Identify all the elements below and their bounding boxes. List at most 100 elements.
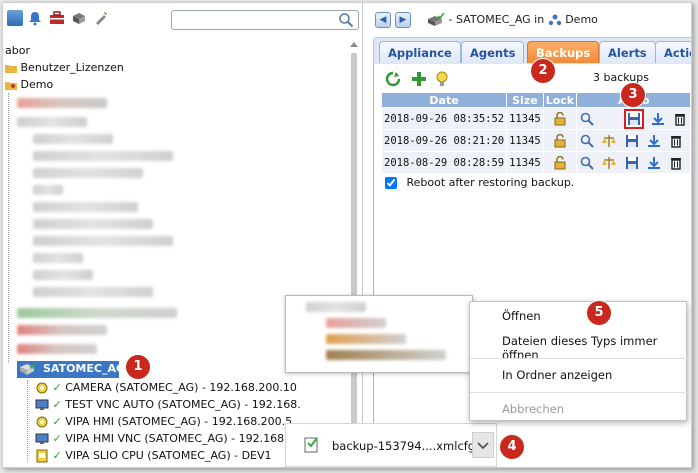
breadcrumb-device: - SATOMEC_AG in [448,13,545,26]
backup-size: 11345 [506,129,544,152]
magnifier-icon[interactable] [580,134,594,148]
download-icon[interactable] [647,134,661,148]
table-row: 2018-09-26 08:21:20 11345 [380,129,691,152]
col-lock[interactable]: Lock [542,92,578,108]
tree-child-vipa-slio[interactable]: ✓ VIPA SLIO CPU (SATOMEC_AG) - DEV1 [35,448,272,464]
report-icon[interactable] [7,10,23,26]
reboot-checkbox[interactable] [385,177,397,189]
tree-child-vipa-hmi-vnc[interactable]: ✓ VIPA HMI VNC (SATOMEC_AG) - 192.168.20 [35,431,302,447]
lock-open-icon[interactable] [553,155,567,170]
check-icon: ✓ [52,432,62,445]
step-badge-4: 4 [500,435,524,459]
tree-child-camera[interactable]: ✓ CAMERA (SATOMEC_AG) - 192.168.200.10 [35,380,297,396]
bell-icon[interactable] [27,10,43,26]
toolbox-icon[interactable] [49,10,65,26]
tree-child-vipa-hmi[interactable]: ✓ VIPA HMI (SATOMEC_AG) - 192.168.200.5 [35,414,292,430]
col-size[interactable]: Size [506,92,544,108]
tab-actions[interactable]: Actio [655,41,691,63]
magnifier-icon[interactable] [580,112,594,126]
tree-folder-licenses[interactable]: Benutzer_Lizenzen [5,60,124,76]
tree-child-label: VIPA HMI (SATOMEC_AG) - 192.168.200.5 [65,415,293,428]
step-badge-2: 2 [531,59,555,83]
refresh-icon[interactable] [385,71,401,87]
download-menu-button[interactable] [472,432,494,458]
tree-child-vnc-auto[interactable]: ✓ TEST VNC AUTO (SATOMEC_AG) - 192.168. [35,397,301,413]
check-icon: ✓ [52,398,62,411]
plc-icon [36,449,48,463]
save-icon[interactable] [625,134,639,148]
step-badge-3: 3 [621,83,645,107]
search-input[interactable] [176,12,336,28]
add-icon[interactable] [411,71,427,87]
download-icon[interactable] [651,112,665,126]
tree-root[interactable]: abor [5,43,30,59]
table-row: 2018-09-26 08:35:52 11345 [380,107,691,130]
tree-child-label: VIPA SLIO CPU (SATOMEC_AG) - DEV1 [65,449,272,462]
tree-selected-satomec[interactable]: SATOMEC_AG [17,361,125,378]
folder-users-icon [5,82,17,90]
device-icon[interactable] [71,10,87,26]
check-icon: ✓ [52,449,62,462]
tab-agents[interactable]: Agents [461,41,525,63]
tree-child-label: VIPA HMI VNC (SATOMEC_AG) - 192.168.20 [65,432,302,445]
chevron-down-icon [477,442,489,450]
folder-icon [5,65,17,73]
backup-date: 2018-09-26 08:35:52 [380,107,508,130]
tab-alerts[interactable]: Alerts [599,41,656,63]
save-icon[interactable] [625,156,639,170]
menu-item-show-in-folder[interactable]: In Ordner anzeigen [502,368,612,382]
tab-appliance[interactable]: Appliance [379,41,461,63]
gear-icon [36,416,48,428]
tree-scrollbar[interactable] [348,39,360,465]
download-filename: backup-153794....xmlcfg [332,439,476,453]
step-badge-1: 1 [126,355,150,379]
device-icon [428,12,445,26]
tree-selected-label: SATOMEC_AG [43,362,126,375]
group-icon [548,14,561,25]
check-icon: ✓ [52,381,62,394]
table-row: 2018-08-29 08:28:59 11345 [380,151,691,174]
backups-table: Date Size Lock Actio 2018-09-26 08:35:52… [380,92,691,174]
file-icon [304,437,318,453]
backup-size: 11345 [506,151,544,174]
search-box[interactable] [171,10,359,30]
backup-date: 2018-08-29 08:28:59 [380,151,508,174]
lightbulb-icon[interactable] [435,71,449,87]
device-tree-pane: abor Benutzer_Lizenzen Demo SATOMEC_AG 1… [3,3,363,467]
save-icon[interactable] [627,112,641,126]
backup-count: 3 backups [593,71,649,84]
gear-icon [36,382,48,394]
check-icon: ✓ [52,415,62,428]
left-toolbar [3,3,362,33]
reboot-label: Reboot after restoring backup. [406,176,575,189]
backup-size: 11345 [506,107,544,130]
back-button[interactable]: ◀ [375,12,391,28]
trash-icon[interactable] [669,156,683,170]
magnifier-icon[interactable] [580,156,594,170]
menu-item-cancel: Abbrechen [502,402,564,416]
breadcrumb: - SATOMEC_AG in Demo [427,12,598,27]
breadcrumb-group[interactable]: Demo [565,13,598,26]
forward-button[interactable]: ▶ [395,12,411,28]
lock-open-icon[interactable] [553,133,567,148]
compare-icon[interactable] [602,156,617,170]
search-icon[interactable] [338,12,354,28]
menu-item-open[interactable]: Öffnen [502,309,541,323]
reboot-option[interactable]: Reboot after restoring backup. [385,176,574,189]
download-icon[interactable] [647,156,661,170]
download-list [285,295,473,373]
download-item[interactable]: backup-153794....xmlcfg [285,423,497,467]
device-icon [20,362,35,375]
tree-folder-demo[interactable]: Demo [5,77,53,93]
tree-child-label: TEST VNC AUTO (SATOMEC_AG) - 192.168. [65,398,301,411]
tree-root-label: abor [5,44,30,57]
step-badge-5: 5 [587,301,611,325]
col-date[interactable]: Date [380,92,508,108]
monitor-icon [35,433,49,444]
compare-icon[interactable] [602,134,617,148]
brush-icon[interactable] [93,10,109,26]
app-window: abor Benutzer_Lizenzen Demo SATOMEC_AG 1… [2,2,692,468]
trash-icon[interactable] [673,112,687,126]
lock-open-icon[interactable] [553,111,567,126]
trash-icon[interactable] [669,134,683,148]
